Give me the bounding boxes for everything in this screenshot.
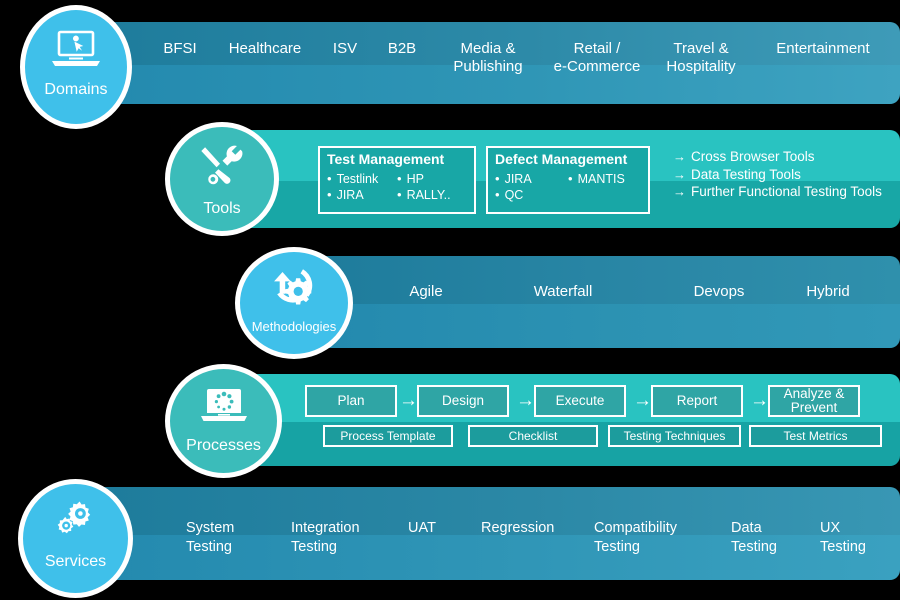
tools-arrow-label-cross-browser: Cross Browser Tools bbox=[691, 149, 815, 164]
domains-item-retail[interactable]: Retail / e-Commerce bbox=[554, 40, 641, 76]
processes-content: Plan → Design → Execute → Report → Analy… bbox=[305, 385, 900, 450]
processes-circle[interactable]: Processes bbox=[165, 364, 282, 478]
process-sub-process-template[interactable]: Process Template bbox=[323, 425, 453, 447]
services-item-system-testing[interactable]: System Testing bbox=[186, 519, 234, 557]
process-stage-analyze[interactable]: Analyze & Prevent bbox=[768, 385, 860, 417]
process-sub-testing-techniques[interactable]: Testing Techniques bbox=[608, 425, 741, 447]
tools-arrow-item-cross-browser[interactable]: → Cross Browser Tools bbox=[673, 148, 898, 166]
process-sub-checklist[interactable]: Checklist bbox=[468, 425, 598, 447]
methodologies-item-agile[interactable]: Agile bbox=[409, 283, 442, 301]
arrow-right-icon: → bbox=[633, 390, 652, 411]
services-item-compatibility-testing[interactable]: Compatibility Testing bbox=[594, 519, 677, 557]
domains-item-b2b[interactable]: B2B bbox=[388, 40, 416, 58]
laptop-spinner-icon bbox=[198, 386, 250, 431]
wrench-screwdriver-icon bbox=[199, 145, 245, 194]
test-management-title: Test Management bbox=[327, 151, 445, 167]
process-sub-test-metrics[interactable]: Test Metrics bbox=[749, 425, 882, 447]
methodologies-item-waterfall[interactable]: Waterfall bbox=[534, 283, 593, 301]
defect-management-items: JIRA MANTIS QC bbox=[495, 171, 641, 203]
domains-item-media[interactable]: Media & Publishing bbox=[453, 40, 522, 76]
arrow-right-icon: → bbox=[516, 390, 535, 411]
services-circle[interactable]: Services bbox=[18, 479, 133, 598]
arrow-right-icon: → bbox=[750, 390, 769, 411]
methodologies-item-devops[interactable]: Devops bbox=[694, 283, 745, 301]
tool-item-rally[interactable]: RALLY.. bbox=[397, 187, 467, 203]
tools-arrow-item-further-functional[interactable]: → Further Functional Testing Tools bbox=[673, 183, 898, 201]
tools-circle[interactable]: Tools bbox=[165, 122, 279, 236]
services-item-regression[interactable]: Regression bbox=[481, 519, 554, 538]
defect-item-jira[interactable]: JIRA bbox=[495, 171, 568, 187]
services-item-ux-testing[interactable]: UX Testing bbox=[820, 519, 866, 557]
arrow-right-icon: → bbox=[399, 390, 418, 411]
process-stage-report[interactable]: Report bbox=[651, 385, 743, 417]
methodologies-item-hybrid[interactable]: Hybrid bbox=[806, 283, 849, 301]
domains-item-isv[interactable]: ISV bbox=[333, 40, 357, 58]
tools-arrow-item-data-testing[interactable]: → Data Testing Tools bbox=[673, 166, 898, 184]
process-stage-design[interactable]: Design bbox=[417, 385, 509, 417]
defect-item-qc[interactable]: QC bbox=[495, 187, 568, 203]
services-item-uat[interactable]: UAT bbox=[408, 519, 436, 538]
tool-item-hp[interactable]: HP bbox=[397, 171, 467, 187]
methodologies-circle[interactable]: Methodologies bbox=[235, 247, 353, 359]
domains-item-travel[interactable]: Travel & Hospitality bbox=[666, 40, 735, 76]
domains-item-entertainment[interactable]: Entertainment bbox=[776, 40, 869, 58]
domains-item-healthcare[interactable]: Healthcare bbox=[229, 40, 302, 58]
services-item-integration-testing[interactable]: Integration Testing bbox=[291, 519, 360, 557]
tool-item-jira[interactable]: JIRA bbox=[327, 187, 397, 203]
tool-item-testlink[interactable]: Testlink bbox=[327, 171, 397, 187]
services-item-list: System Testing Integration Testing UAT R… bbox=[0, 519, 900, 569]
services-circle-label: Services bbox=[44, 553, 107, 570]
domains-item-bfsi[interactable]: BFSI bbox=[163, 40, 196, 58]
infographic-canvas: BFSI Healthcare ISV B2B Media & Publishi… bbox=[0, 0, 900, 600]
tools-arrow-list: → Cross Browser Tools → Data Testing Too… bbox=[673, 148, 898, 201]
two-gears-icon bbox=[50, 500, 102, 547]
process-stage-execute[interactable]: Execute bbox=[534, 385, 626, 417]
methodologies-band-bottom bbox=[290, 303, 900, 348]
domains-circle-label: Domains bbox=[44, 81, 108, 98]
gear-refresh-icon bbox=[269, 266, 319, 313]
defect-management-title: Defect Management bbox=[495, 151, 628, 167]
methodologies-circle-label: Methodologies bbox=[251, 319, 337, 334]
arrow-right-icon: → bbox=[673, 184, 686, 199]
tools-arrow-label-data-testing: Data Testing Tools bbox=[691, 166, 801, 182]
processes-circle-label: Processes bbox=[186, 437, 261, 454]
domains-item-list: BFSI Healthcare ISV B2B Media & Publishi… bbox=[140, 40, 900, 96]
methodologies-item-list: Agile Waterfall Devops Hybrid bbox=[0, 283, 900, 307]
tools-content: Test Management Testlink HP JIRA RALLY..… bbox=[318, 146, 900, 222]
arrow-right-icon: → bbox=[673, 149, 686, 164]
laptop-cursor-icon bbox=[50, 30, 102, 75]
domains-circle[interactable]: Domains bbox=[20, 5, 132, 129]
defect-item-mantis[interactable]: MANTIS bbox=[568, 171, 641, 187]
process-stage-plan[interactable]: Plan bbox=[305, 385, 397, 417]
test-management-box: Test Management Testlink HP JIRA RALLY.. bbox=[318, 146, 476, 214]
defect-management-box: Defect Management JIRA MANTIS QC bbox=[486, 146, 650, 214]
test-management-items: Testlink HP JIRA RALLY.. bbox=[327, 171, 467, 203]
tools-circle-label: Tools bbox=[203, 200, 241, 217]
services-item-data-testing[interactable]: Data Testing bbox=[731, 519, 777, 557]
tools-arrow-label-further-functional: Further Functional Testing Tools bbox=[691, 184, 882, 199]
arrow-right-icon: → bbox=[673, 166, 686, 182]
